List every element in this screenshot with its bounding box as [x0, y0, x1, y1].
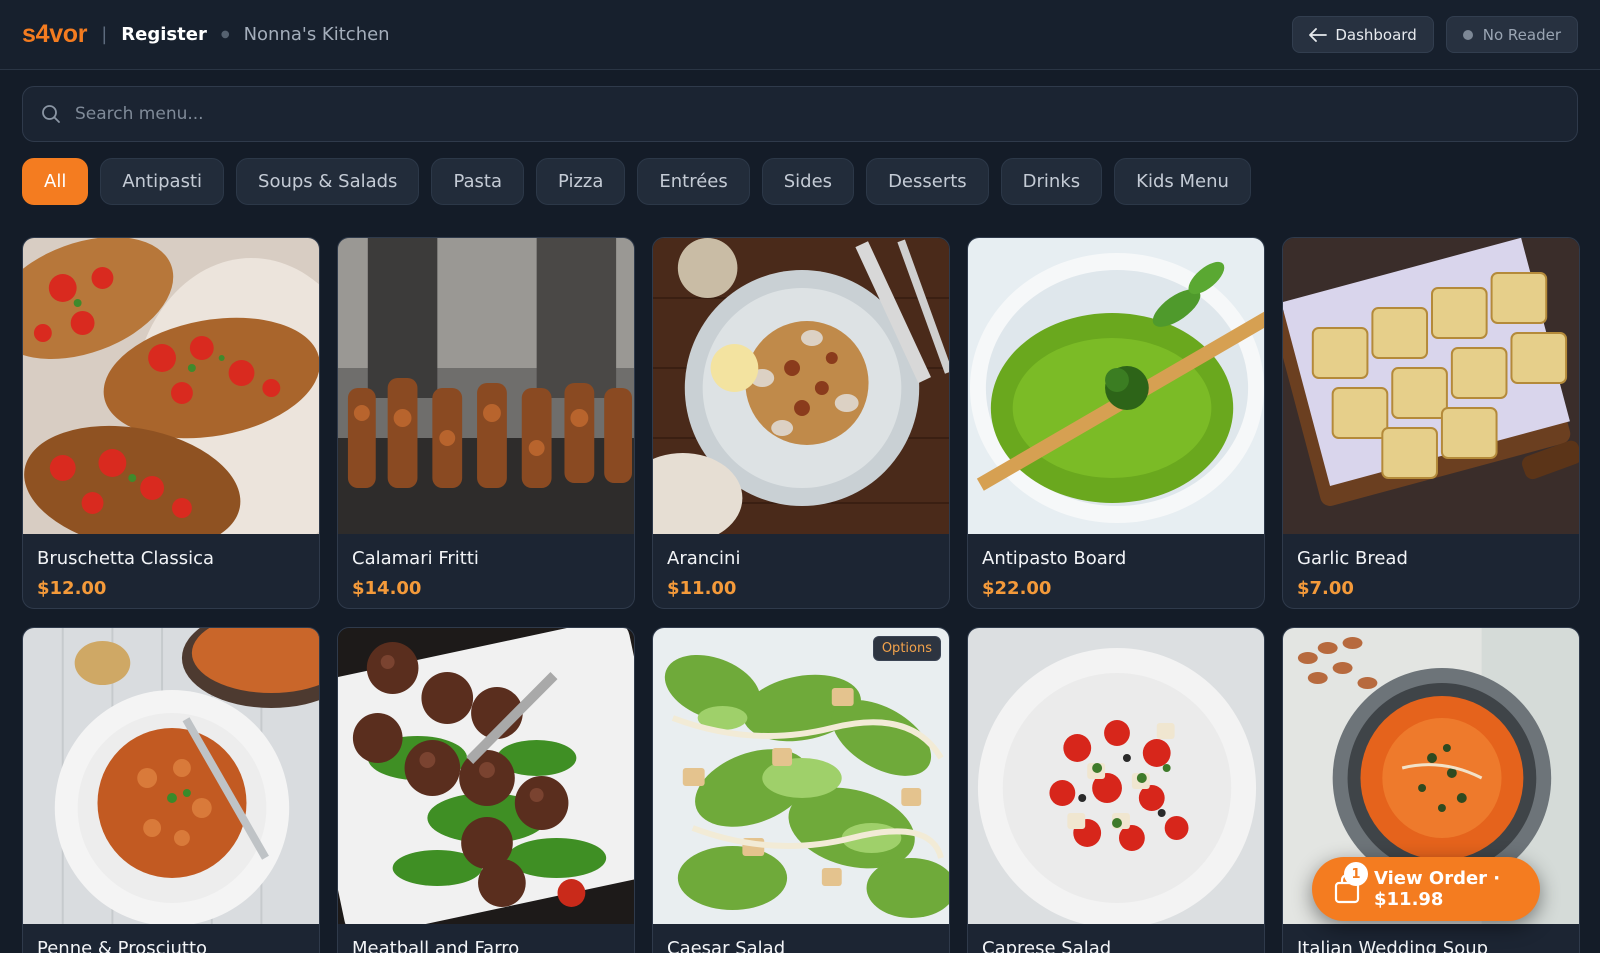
category-desserts[interactable]: Desserts: [866, 158, 989, 205]
item-name: Antipasto Board: [982, 548, 1127, 569]
food-image-pasta-clams: [653, 238, 949, 534]
menu-item-card[interactable]: Arancini $11.00: [652, 237, 950, 609]
arrow-left-icon: [1309, 27, 1328, 42]
category-entrees[interactable]: Entrées: [637, 158, 750, 205]
logo[interactable]: s4vor: [22, 20, 88, 49]
item-name: Italian Wedding Soup: [1297, 938, 1489, 953]
category-soups-salads[interactable]: Soups & Salads: [236, 158, 420, 205]
restaurant-name: Nonna's Kitchen: [243, 24, 390, 45]
reader-status-label: No Reader: [1482, 25, 1561, 44]
category-kids-menu[interactable]: Kids Menu: [1114, 158, 1251, 205]
top-bar: s4vor | Register ● Nonna's Kitchen Dashb…: [0, 0, 1600, 70]
category-tabs: All Antipasti Soups & Salads Pasta Pizza…: [0, 142, 1600, 205]
cart-count-badge: 1: [1344, 862, 1368, 886]
food-image-caprese-salad: [968, 628, 1264, 924]
category-drinks[interactable]: Drinks: [1000, 158, 1103, 205]
category-pizza[interactable]: Pizza: [535, 158, 626, 205]
dashboard-button[interactable]: Dashboard: [1292, 16, 1434, 53]
menu-item-card[interactable]: Caprese Salad: [967, 627, 1265, 953]
options-badge: Options: [872, 636, 941, 661]
food-image-meatballs: [338, 628, 634, 924]
item-name: Caesar Salad: [667, 938, 786, 953]
item-name: Caprese Salad: [982, 938, 1112, 953]
menu-grid: Bruschetta Classica $12.00 Calamari Frit…: [0, 205, 1600, 953]
food-image-skewers: [338, 238, 634, 534]
menu-item-card[interactable]: Garlic Bread $7.00: [1282, 237, 1580, 609]
reader-status-dot: [1462, 29, 1473, 40]
category-sides[interactable]: Sides: [761, 158, 855, 205]
menu-item-card[interactable]: Antipasto Board $22.00: [967, 237, 1265, 609]
item-price: $12.00: [37, 578, 107, 599]
category-all[interactable]: All: [22, 158, 89, 205]
item-name: Penne & Prosciutto: [37, 938, 208, 953]
item-name: Bruschetta Classica: [37, 548, 215, 569]
search-bar: [22, 86, 1578, 142]
menu-item-card[interactable]: Meatball and Farro: [337, 627, 635, 953]
item-price: $11.00: [667, 578, 737, 599]
category-pasta[interactable]: Pasta: [431, 158, 524, 205]
food-image-fusilli: [23, 628, 319, 924]
view-order-button[interactable]: 1 View Order · $11.98: [1312, 857, 1540, 921]
item-name: Calamari Fritti: [352, 548, 479, 569]
menu-item-card[interactable]: Bruschetta Classica $12.00: [22, 237, 320, 609]
search-input[interactable]: [75, 104, 1559, 124]
view-order-label: View Order · $11.98: [1374, 868, 1501, 910]
item-name: Garlic Bread: [1297, 548, 1408, 569]
menu-item-card[interactable]: Calamari Fritti $14.00: [337, 237, 635, 609]
dashboard-label: Dashboard: [1335, 25, 1417, 44]
page-title: Register: [121, 24, 207, 45]
food-image-bruschetta: [23, 238, 319, 534]
food-image-green-soup: [968, 238, 1264, 534]
food-image-garlic-bread: [1283, 238, 1579, 534]
item-name: Arancini: [667, 548, 741, 569]
menu-item-card[interactable]: Penne & Prosciutto: [22, 627, 320, 953]
card-reader-button[interactable]: No Reader: [1445, 16, 1578, 53]
item-name: Meatball and Farro: [352, 938, 520, 953]
dot-separator: ●: [220, 29, 230, 40]
header-separator: |: [101, 24, 108, 45]
menu-item-card[interactable]: Options Caesar Salad: [652, 627, 950, 953]
search-icon: [42, 105, 60, 123]
food-image-caesar-salad: Options: [653, 628, 949, 924]
category-antipasti[interactable]: Antipasti: [100, 158, 225, 205]
item-price: $22.00: [982, 578, 1052, 599]
item-price: $14.00: [352, 578, 422, 599]
item-price: $7.00: [1297, 578, 1354, 599]
bag-icon: 1: [1334, 862, 1368, 904]
